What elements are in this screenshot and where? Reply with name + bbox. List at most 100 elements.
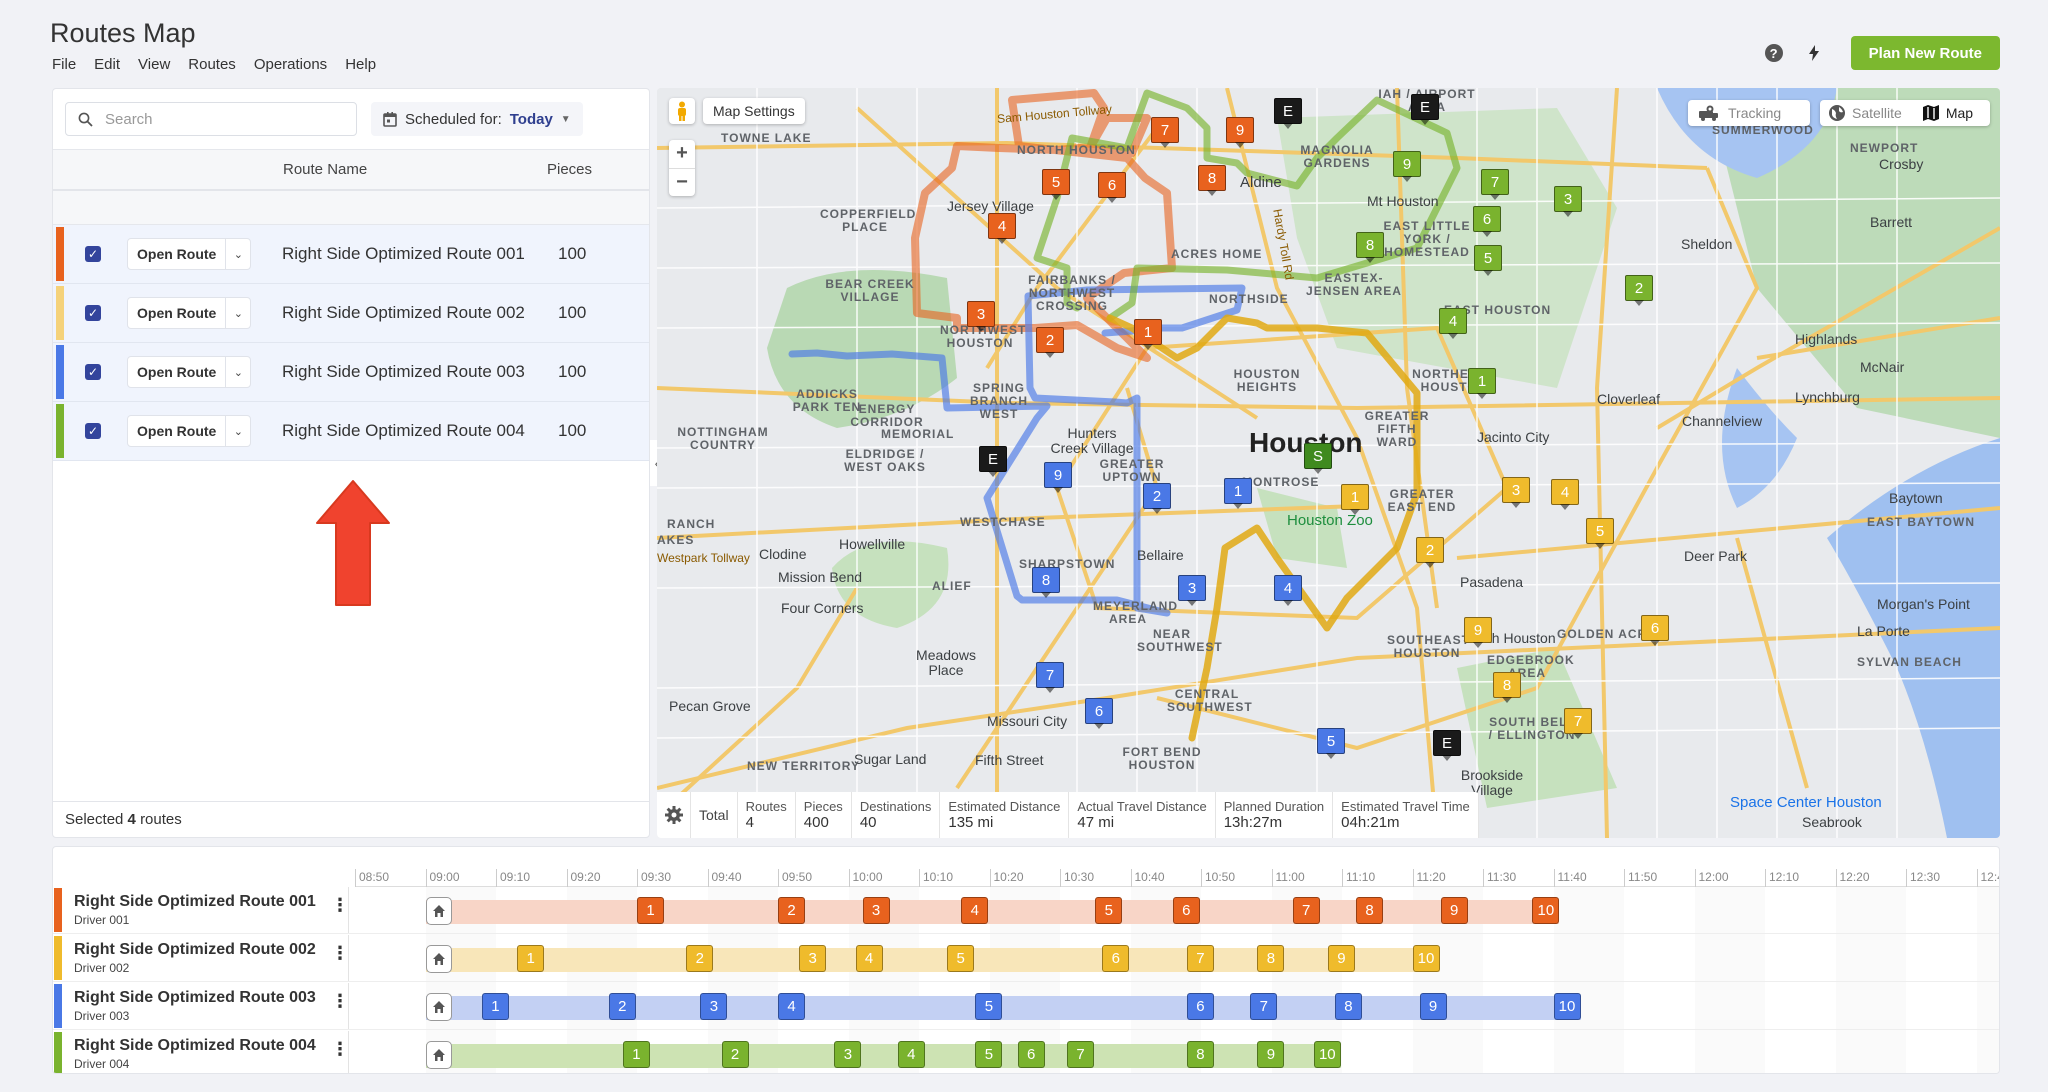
menu-help[interactable]: Help	[345, 56, 376, 73]
timeline-stop[interactable]: 4	[961, 897, 989, 924]
route-3-stop-marker[interactable]: 2	[1143, 483, 1171, 514]
routes-map[interactable]: TOWNE LAKE COPPERFIELD PLACE Jersey Vill…	[657, 88, 2000, 838]
route-2-stop-marker[interactable]: 4	[1551, 479, 1579, 510]
menu-edit[interactable]: Edit	[94, 56, 120, 73]
timeline-stop[interactable]: 2	[608, 993, 636, 1020]
depot-home-button[interactable]	[425, 1041, 452, 1069]
route-1-stop-marker[interactable]: 9	[1226, 117, 1254, 148]
route-1-stop-marker[interactable]: 5	[1042, 169, 1070, 200]
timeline-route-label[interactable]: Right Side Optimized Route 002 Driver 00…	[53, 935, 349, 981]
menu-operations[interactable]: Operations	[254, 56, 327, 73]
route-row[interactable]: ✓ Open Route ⌄ Right Side Optimized Rout…	[53, 402, 649, 461]
satellite-button[interactable]: Satellite	[1828, 104, 1902, 122]
timeline-stop[interactable]: 6	[1102, 945, 1130, 972]
column-header-pieces[interactable]: Pieces	[547, 161, 592, 178]
open-route-button[interactable]: Open Route	[128, 416, 227, 446]
open-route-dropdown[interactable]: ⌄	[226, 239, 250, 269]
route-checkbox[interactable]: ✓	[85, 305, 101, 321]
timeline-stop[interactable]: 3	[834, 1041, 862, 1068]
route-1-stop-marker[interactable]: 6	[1098, 172, 1126, 203]
route-2-stop-marker[interactable]: 8	[1493, 672, 1521, 703]
route-2-stop-marker[interactable]: 9	[1464, 617, 1492, 648]
timeline-stop[interactable]: 5	[947, 945, 975, 972]
plan-new-route-button[interactable]: Plan New Route	[1850, 36, 2000, 70]
end-marker[interactable]: E	[979, 446, 1007, 477]
timeline-stop[interactable]: 6	[1186, 993, 1214, 1020]
timeline-stop[interactable]: 2	[686, 945, 714, 972]
route-2-stop-marker[interactable]: 2	[1416, 537, 1444, 568]
end-marker[interactable]: E	[1411, 94, 1439, 125]
help-button[interactable]: ?	[1761, 40, 1787, 66]
timeline-stop[interactable]: 1	[637, 897, 664, 924]
route-1-stop-marker[interactable]: 2	[1036, 327, 1064, 358]
open-route-dropdown[interactable]: ⌄	[226, 416, 250, 446]
start-marker[interactable]: S	[1304, 443, 1332, 474]
timeline-stop[interactable]: 3	[700, 993, 728, 1020]
timeline-stop[interactable]: 7	[1067, 1041, 1095, 1068]
timeline-stop[interactable]: 3	[862, 897, 890, 924]
timeline-stop[interactable]: 9	[1419, 993, 1447, 1020]
route-4-stop-marker[interactable]: 7	[1481, 169, 1509, 200]
timeline-stop[interactable]: 8	[1257, 945, 1285, 972]
route-checkbox[interactable]: ✓	[85, 364, 101, 380]
route-4-stop-marker[interactable]: 5	[1474, 245, 1502, 276]
route-3-stop-marker[interactable]: 1	[1224, 478, 1252, 509]
timeline-stop[interactable]: 5	[975, 993, 1003, 1020]
route-4-stop-marker[interactable]: 3	[1554, 186, 1582, 217]
timeline-stop[interactable]: 9	[1327, 945, 1355, 972]
timeline-stop[interactable]: 9	[1440, 897, 1468, 924]
timeline-stop[interactable]: 1	[517, 945, 545, 972]
timeline-stop[interactable]: 9	[1257, 1041, 1285, 1068]
route-2-stop-marker[interactable]: 6	[1641, 615, 1669, 646]
route-2-stop-marker[interactable]: 5	[1586, 518, 1614, 549]
timeline-stop[interactable]: 10	[1532, 897, 1560, 924]
timeline-route-label[interactable]: Right Side Optimized Route 003 Driver 00…	[53, 983, 349, 1029]
timeline-stop[interactable]: 10	[1412, 945, 1440, 972]
scheduled-for-dropdown[interactable]: Scheduled for: Today ▼	[371, 102, 583, 136]
route-1-stop-marker[interactable]: 7	[1151, 117, 1179, 148]
open-route-button[interactable]: Open Route	[128, 239, 227, 269]
timeline-stop[interactable]: 1	[481, 993, 509, 1020]
route-checkbox[interactable]: ✓	[85, 246, 101, 262]
route-row[interactable]: ✓ Open Route ⌄ Right Side Optimized Rout…	[53, 343, 649, 402]
route-1-stop-marker[interactable]: 8	[1198, 165, 1226, 196]
timeline-stop[interactable]: 8	[1356, 897, 1384, 924]
route-3-stop-marker[interactable]: 3	[1178, 575, 1206, 606]
map-label-space-center[interactable]: Space Center Houston	[1730, 795, 1882, 810]
route-4-stop-marker[interactable]: 8	[1356, 232, 1384, 263]
timeline-stop[interactable]: 8	[1186, 1041, 1214, 1068]
timeline-stop[interactable]: 4	[778, 993, 805, 1020]
route-3-stop-marker[interactable]: 4	[1274, 575, 1302, 606]
timeline-stop[interactable]: 4	[855, 945, 883, 972]
route-1-stop-marker[interactable]: 1	[1134, 319, 1162, 350]
open-route-button[interactable]: Open Route	[128, 298, 227, 328]
search-input[interactable]	[103, 109, 323, 129]
totals-settings-button[interactable]	[657, 792, 691, 838]
route-2-stop-marker[interactable]: 7	[1564, 708, 1592, 739]
timeline-stop[interactable]: 7	[1186, 945, 1214, 972]
column-header-route-name[interactable]: Route Name	[283, 161, 367, 178]
tracking-toggle[interactable]: Tracking	[1688, 100, 1810, 126]
route-3-stop-marker[interactable]: 8	[1032, 567, 1060, 598]
route-4-stop-marker[interactable]: 1	[1468, 368, 1496, 399]
route-3-stop-marker[interactable]: 7	[1036, 662, 1064, 693]
timeline-stop[interactable]: 3	[799, 945, 827, 972]
expand-totals-button[interactable]: ⌄	[997, 830, 1031, 838]
route-1-stop-marker[interactable]: 3	[967, 301, 995, 332]
menu-routes[interactable]: Routes	[188, 56, 236, 73]
timeline-route-label[interactable]: Right Side Optimized Route 004 Driver 00…	[53, 1031, 349, 1073]
map-settings-button[interactable]: Map Settings	[703, 98, 805, 124]
timeline-stop[interactable]: 7	[1250, 993, 1278, 1020]
timeline-stop[interactable]: 10	[1553, 993, 1581, 1020]
menu-view[interactable]: View	[138, 56, 170, 73]
timeline-stop[interactable]: 1	[622, 1041, 650, 1068]
route-4-stop-marker[interactable]: 6	[1473, 206, 1501, 237]
map-view-button[interactable]: Map	[1922, 104, 1973, 122]
timeline-route-label[interactable]: Right Side Optimized Route 001 Driver 00…	[53, 887, 349, 933]
timeline-stop[interactable]: 10	[1313, 1041, 1341, 1068]
timeline-stop[interactable]: 7	[1292, 897, 1320, 924]
zoom-in-button[interactable]: +	[669, 140, 695, 169]
end-marker[interactable]: E	[1274, 98, 1302, 129]
timeline-stop[interactable]: 5	[1095, 897, 1123, 924]
route-2-stop-marker[interactable]: 1	[1341, 484, 1369, 515]
